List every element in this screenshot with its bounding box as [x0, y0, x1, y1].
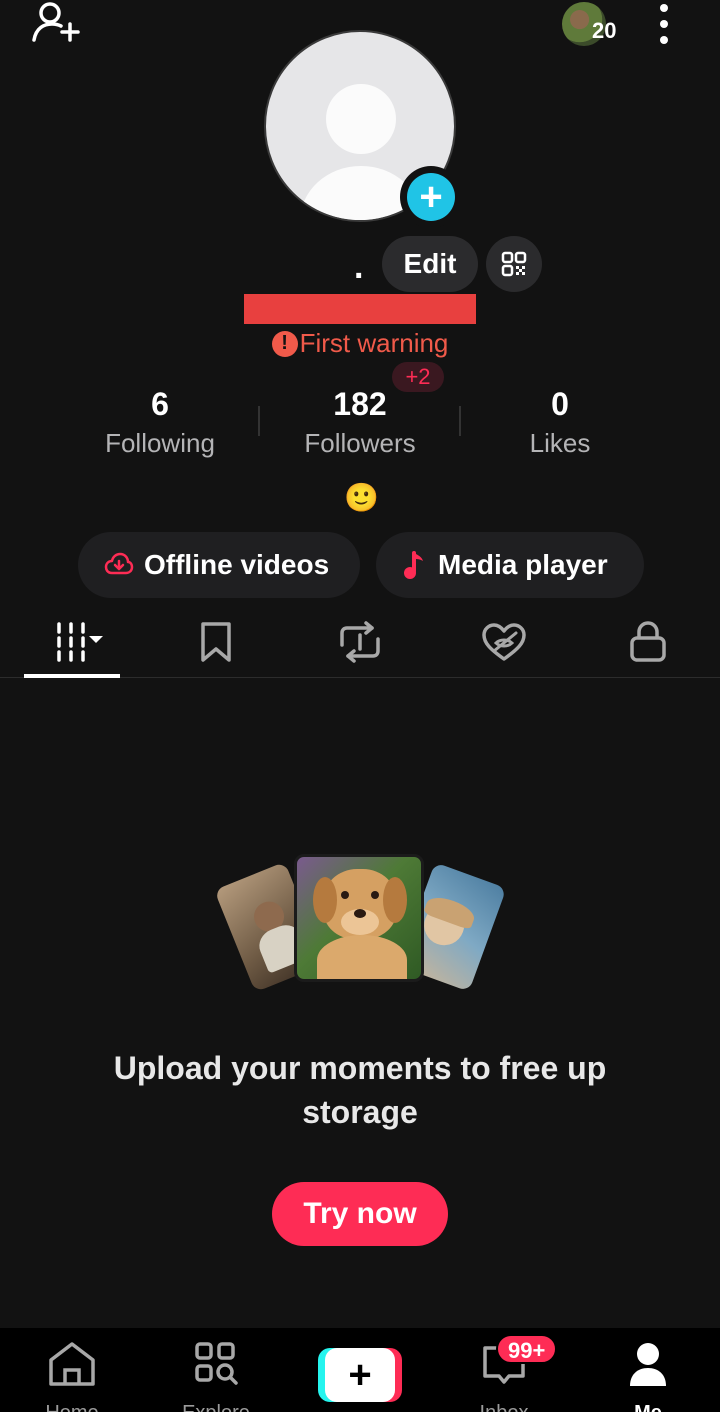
- profile-icon: [630, 1343, 666, 1386]
- nav-label: Inbox: [449, 1402, 559, 1412]
- tab-reposts[interactable]: [312, 606, 408, 678]
- warning-banner[interactable]: ! First warning: [0, 328, 720, 359]
- nav-label: Me: [593, 1402, 703, 1412]
- nav-explore[interactable]: Explore: [161, 1336, 271, 1412]
- stat-divider: [459, 406, 461, 436]
- try-now-button[interactable]: Try now: [272, 1182, 448, 1246]
- pill-label: Media player: [438, 549, 608, 580]
- edit-profile-button[interactable]: Edit: [382, 236, 478, 292]
- tab-videos[interactable]: [24, 606, 120, 678]
- offline-videos-button[interactable]: Offline videos: [78, 532, 360, 598]
- stat-likes[interactable]: 0 Likes: [460, 384, 660, 464]
- home-icon: [49, 1342, 95, 1386]
- cloud-download-icon: [104, 552, 134, 578]
- pill-label: Offline videos: [144, 549, 330, 580]
- stat-value: 0: [551, 386, 569, 422]
- redacted-handle: [244, 294, 476, 324]
- vertical-dots-icon: [660, 4, 668, 44]
- nav-label: Explore: [161, 1402, 271, 1412]
- repost-icon: [340, 621, 380, 663]
- plus-icon: +: [407, 173, 455, 221]
- videos-grid-icon: [57, 622, 103, 662]
- liked-hidden-icon: [482, 623, 526, 661]
- bookmark-icon: [201, 622, 231, 662]
- moments-illustration: [214, 850, 507, 993]
- music-note-icon: [402, 549, 428, 581]
- create-video-button[interactable]: +: [318, 1348, 402, 1402]
- add-friend-button[interactable]: [28, 0, 84, 48]
- explore-icon: [195, 1342, 238, 1385]
- qr-code-icon: [501, 251, 527, 277]
- tab-liked[interactable]: [456, 606, 552, 678]
- viewer-avatar: 20: [562, 2, 616, 46]
- exclamation-icon: !: [271, 330, 298, 357]
- person-plus-icon: [32, 2, 80, 42]
- create-plus-icon: +: [325, 1348, 395, 1402]
- stat-label: Followers: [304, 428, 416, 458]
- warning-text: First warning: [299, 328, 449, 358]
- tab-saved[interactable]: [168, 606, 264, 678]
- username: .: [354, 248, 364, 286]
- more-options-button[interactable]: [652, 2, 676, 46]
- stat-value: 6: [151, 386, 169, 422]
- stat-divider: [258, 406, 260, 436]
- nav-me[interactable]: Me: [593, 1336, 703, 1412]
- profile-stats: 6 Following 182 Followers 0 Likes: [60, 384, 660, 464]
- nav-label: Home: [17, 1402, 127, 1412]
- active-tab-indicator: [24, 674, 120, 678]
- add-avatar-button[interactable]: +: [400, 166, 462, 228]
- lock-icon: [630, 621, 666, 662]
- inbox-badge: 99+: [496, 1334, 558, 1364]
- stat-followers[interactable]: 182 Followers: [260, 384, 460, 464]
- qr-code-button[interactable]: [486, 236, 542, 292]
- dog-photo-card: [294, 854, 424, 982]
- stat-label: Likes: [529, 428, 591, 458]
- stat-following[interactable]: 6 Following: [60, 384, 260, 464]
- empty-state-title: Upload your moments to free up storage: [113, 1050, 607, 1130]
- viewers-count: 20: [592, 18, 617, 43]
- tab-private[interactable]: [600, 606, 696, 678]
- media-player-button[interactable]: Media player: [376, 532, 644, 598]
- content-tabs: [0, 606, 720, 678]
- new-followers-badge: +2: [392, 362, 444, 392]
- stat-label: Following: [105, 428, 215, 458]
- bio-emoji[interactable]: 🙂: [344, 482, 379, 514]
- recent-viewers[interactable]: 20: [562, 2, 616, 46]
- profile-screen: 20 + . Edit ! First warning 6 Following …: [0, 0, 720, 1412]
- nav-home[interactable]: Home: [17, 1336, 127, 1412]
